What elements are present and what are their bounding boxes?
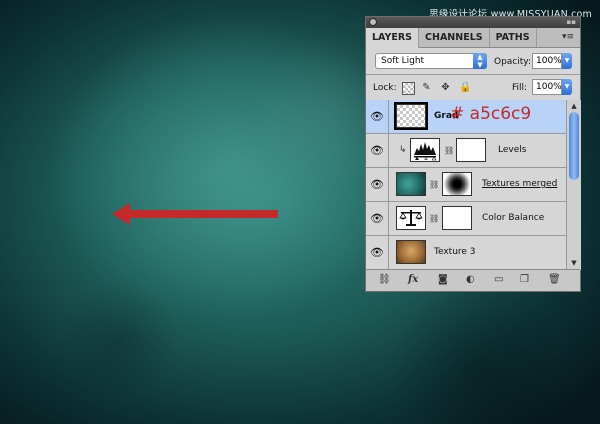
red-arrow-annotation	[112, 203, 278, 225]
layers-scrollbar[interactable]: ▲ ▼	[566, 100, 581, 270]
layer-row-grad[interactable]: 👁 Grad # a5c6c9	[366, 100, 566, 134]
eye-icon[interactable]: 👁	[366, 236, 389, 269]
lock-all-icon[interactable]: 🔒	[459, 82, 471, 93]
color-code-annotation: # a5c6c9	[450, 104, 532, 124]
color-balance-adjustment-icon	[396, 206, 426, 230]
tab-layers[interactable]: LAYERS	[366, 28, 420, 48]
layer-row-color-balance[interactable]: 👁 ⛓ Color Balance	[366, 202, 566, 236]
lock-transparency-icon[interactable]	[402, 82, 415, 95]
panel-tabs: LAYERS CHANNELS PATHS ▾≡	[366, 28, 580, 48]
scroll-thumb[interactable]	[569, 112, 579, 180]
levels-adjustment-icon	[410, 138, 440, 162]
scroll-up-icon[interactable]: ▲	[569, 102, 579, 111]
layer-thumbnail-transparent	[394, 102, 428, 130]
panel-menu-icon[interactable]: ▾≡	[562, 32, 574, 42]
histogram-icon	[414, 142, 437, 161]
opacity-dropdown-icon[interactable]: ▼	[562, 53, 572, 69]
layer-name[interactable]: Color Balance	[482, 213, 544, 223]
tab-paths[interactable]: PATHS	[490, 28, 537, 47]
lock-move-icon[interactable]: ✥	[440, 82, 451, 93]
blend-mode-value: Soft Light	[381, 56, 425, 66]
layer-row-textures-merged[interactable]: 👁 ⛓ Textures merged	[366, 168, 566, 202]
layer-thumbnail-teal-texture	[396, 172, 426, 196]
new-layer-icon[interactable]: ❐	[520, 274, 529, 286]
fill-input[interactable]: 100%	[532, 79, 562, 95]
scroll-down-icon[interactable]: ▼	[569, 259, 579, 268]
layer-row-levels[interactable]: 👁 ↳ ⛓ Levels	[366, 134, 566, 168]
lock-brush-icon[interactable]: ✎	[421, 82, 432, 93]
updown-arrows-icon[interactable]: ▲ ▼	[473, 53, 487, 69]
panel-bottom-toolbar: ⛓ fx ◙ ◐ ▭ ❐ 🗑	[366, 269, 580, 291]
chain-link-icon[interactable]: ⛓	[429, 214, 439, 223]
tab-channels[interactable]: CHANNELS	[419, 28, 490, 47]
fill-label: Fill:	[512, 83, 528, 93]
eye-icon[interactable]: 👁	[366, 202, 389, 235]
link-layers-icon[interactable]: ⛓	[378, 274, 391, 286]
layer-row-texture-3[interactable]: 👁 Texture 3	[366, 236, 566, 270]
eye-icon[interactable]: 👁	[366, 100, 389, 133]
blend-row: Soft Light ▲ ▼ Opacity: 100% ▼	[366, 48, 580, 72]
layer-mask-radial[interactable]	[442, 172, 472, 196]
adjustment-layer-icon[interactable]: ◐	[466, 274, 475, 286]
fx-icon[interactable]: fx	[408, 274, 418, 286]
layer-name[interactable]: Levels	[498, 145, 526, 155]
layer-name[interactable]: Textures merged	[482, 179, 557, 189]
opacity-label: Opacity:	[494, 57, 531, 67]
clipping-arrow-icon: ↳	[399, 145, 407, 155]
close-icon[interactable]	[369, 18, 377, 26]
layer-mask-white[interactable]	[442, 206, 472, 230]
layers-list: 👁 Grad # a5c6c9 👁 ↳ ⛓ Levels 👁 ⛓ Texture…	[366, 100, 566, 270]
layer-mask-white[interactable]	[456, 138, 486, 162]
layer-name[interactable]: Texture 3	[434, 247, 476, 257]
fill-dropdown-icon[interactable]: ▼	[562, 79, 572, 95]
chain-link-icon[interactable]: ⛓	[444, 146, 454, 155]
layers-panel: ▪▪ LAYERS CHANNELS PATHS ▾≡ Soft Light ▲…	[365, 16, 581, 292]
blend-mode-select[interactable]: Soft Light ▲ ▼	[375, 53, 487, 69]
eye-icon[interactable]: 👁	[366, 168, 389, 201]
trash-icon[interactable]: 🗑	[548, 274, 561, 286]
add-mask-icon[interactable]: ◙	[438, 274, 448, 286]
chain-link-icon[interactable]: ⛓	[429, 180, 439, 189]
lock-label: Lock:	[373, 83, 397, 93]
layer-thumbnail-brown-texture	[396, 240, 426, 264]
eye-icon[interactable]: 👁	[366, 134, 389, 167]
lock-row: Lock: ✎ ✥ 🔒 Fill: 100% ▼	[366, 75, 580, 99]
opacity-input[interactable]: 100%	[532, 53, 562, 69]
grip-icon: ▪▪	[566, 18, 577, 26]
group-folder-icon[interactable]: ▭	[494, 274, 503, 286]
panel-titlebar[interactable]: ▪▪	[366, 17, 580, 28]
scales-icon	[399, 210, 423, 226]
